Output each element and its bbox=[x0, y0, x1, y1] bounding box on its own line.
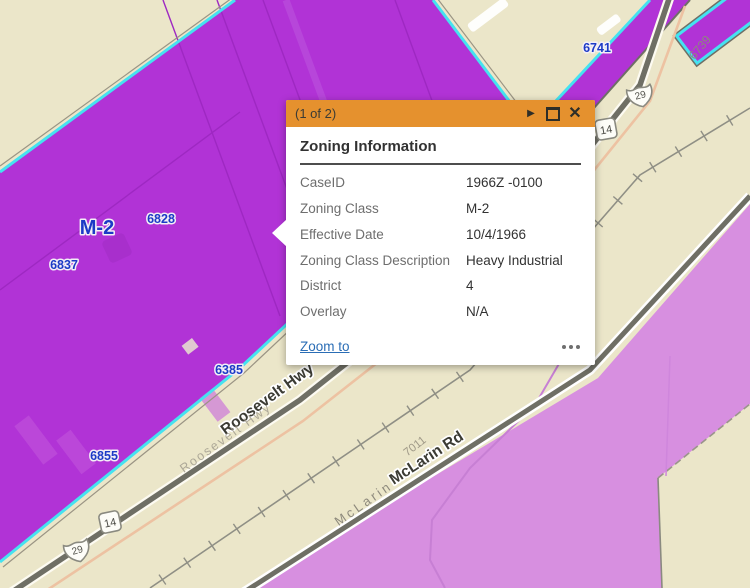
field-row-effective-date: Effective Date 10/4/1966 bbox=[300, 228, 581, 243]
popup-footer: Zoom to bbox=[300, 339, 581, 354]
maximize-button[interactable] bbox=[542, 100, 564, 127]
field-label: Zoning Class bbox=[300, 202, 466, 217]
sr14-shield-bottom: 14 bbox=[98, 510, 122, 534]
zoom-to-link[interactable]: Zoom to bbox=[300, 339, 350, 354]
field-value: Heavy Industrial bbox=[466, 254, 563, 269]
parcel-label-6837: 6837 bbox=[50, 258, 78, 272]
parcel-label-6855: 6855 bbox=[90, 449, 118, 463]
overflow-dots-icon bbox=[562, 345, 566, 349]
parcel-label-6385: 6385 bbox=[215, 363, 243, 377]
svg-text:14: 14 bbox=[599, 124, 613, 138]
field-row-zoning-class: Zoning Class M-2 bbox=[300, 202, 581, 217]
play-icon: ▶ bbox=[527, 109, 535, 119]
popup-header: (1 of 2) ▶ ✕ bbox=[286, 100, 595, 127]
field-value: 1966Z -0100 bbox=[466, 176, 543, 191]
field-label: Effective Date bbox=[300, 228, 466, 243]
next-feature-button[interactable]: ▶ bbox=[520, 100, 542, 127]
field-label: CaseID bbox=[300, 176, 466, 191]
field-value: N/A bbox=[466, 305, 489, 320]
popup-pagination: (1 of 2) bbox=[295, 106, 520, 121]
sr14-shield-top: 14 bbox=[594, 117, 617, 140]
svg-text:14: 14 bbox=[103, 516, 117, 530]
zoning-info-popup: (1 of 2) ▶ ✕ Zoning Information CaseID 1… bbox=[286, 100, 595, 365]
popup-title: Zoning Information bbox=[300, 138, 581, 155]
parcel-label-6741: 6741 bbox=[583, 41, 611, 55]
field-label: District bbox=[300, 279, 466, 294]
field-value: M-2 bbox=[466, 202, 489, 217]
field-label: Zoning Class Description bbox=[300, 254, 466, 269]
popup-body: Zoning Information CaseID 1966Z -0100 Zo… bbox=[286, 127, 595, 320]
overflow-dots-icon bbox=[576, 345, 580, 349]
zone-label-m2: M-2 bbox=[80, 217, 114, 239]
close-icon: ✕ bbox=[568, 106, 581, 122]
field-row-district: District 4 bbox=[300, 279, 581, 294]
overflow-dots-icon bbox=[569, 345, 573, 349]
field-value: 4 bbox=[466, 279, 474, 294]
field-value: 10/4/1966 bbox=[466, 228, 526, 243]
title-divider bbox=[300, 163, 581, 165]
popup-pointer bbox=[272, 219, 287, 247]
field-label: Overlay bbox=[300, 305, 466, 320]
field-row-caseid: CaseID 1966Z -0100 bbox=[300, 176, 581, 191]
zoning-map-app: { "popup": { "pagination": "(1 of 2)", "… bbox=[0, 0, 750, 588]
overflow-menu-button[interactable] bbox=[558, 342, 581, 352]
close-button[interactable]: ✕ bbox=[564, 100, 586, 127]
field-row-overlay: Overlay N/A bbox=[300, 305, 581, 320]
parcel-label-6828: 6828 bbox=[147, 212, 175, 226]
field-row-description: Zoning Class Description Heavy Industria… bbox=[300, 254, 581, 269]
maximize-icon bbox=[546, 107, 560, 121]
